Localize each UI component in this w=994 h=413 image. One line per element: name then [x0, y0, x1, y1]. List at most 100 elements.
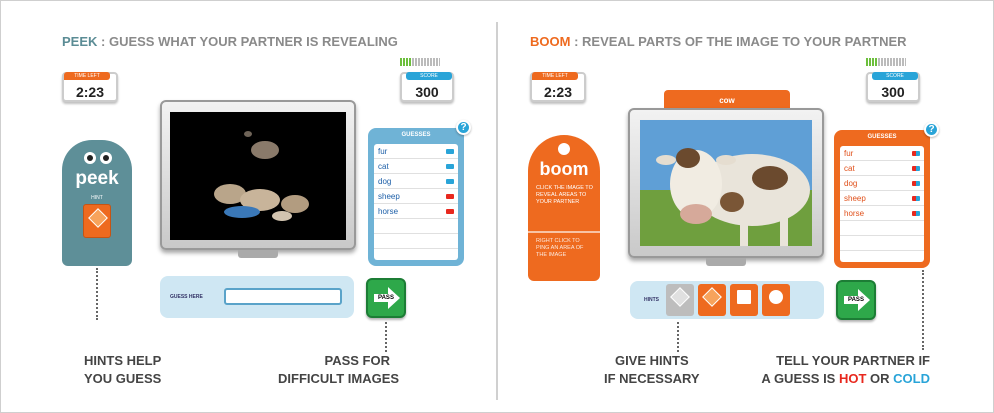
peek-image-canvas[interactable] [170, 112, 346, 240]
boom-pass-label: PASS [848, 297, 864, 303]
empty-guess-row [374, 234, 458, 249]
boom-heading-keyword: BOOM [530, 34, 571, 49]
peek-help-icon[interactable]: ? [456, 120, 471, 135]
guess-input[interactable] [224, 288, 342, 305]
revealed-fragment [281, 195, 309, 213]
peek-hint-button[interactable] [83, 204, 111, 238]
cow-leg [740, 216, 748, 246]
caption-line: GIVE HINTS [614, 353, 689, 368]
cow-spot [752, 166, 788, 190]
guess-text: sheep [378, 192, 400, 201]
hot-cold-icon [446, 179, 454, 184]
caption-line: HINTS HELP [84, 353, 162, 368]
guess-row[interactable]: sheep [374, 189, 458, 204]
boom-badge-word: boom [539, 159, 589, 179]
guess-input-label: GUESS HERE [170, 294, 203, 300]
caption-line: IF NECESSARY [604, 371, 700, 386]
hot-cold-icon[interactable] [912, 211, 920, 216]
caption-hot: HOT [838, 371, 867, 386]
peek-badge: peek HINT [62, 140, 132, 266]
related-icon [702, 287, 722, 307]
peek-guess-bar: GUESS HERE [160, 276, 354, 318]
boom-guesses-list: fur cat dog sheep horse [840, 146, 924, 262]
guess-row[interactable]: cat [374, 159, 458, 174]
boom-badge-separator [528, 231, 600, 233]
guess-text: fur [844, 149, 854, 158]
cow-ear [656, 155, 676, 165]
cow-spot [720, 192, 744, 212]
boom-hints-pointer-line [677, 322, 679, 352]
hint-tile-related[interactable] [698, 284, 726, 316]
revealed-fragment [224, 206, 260, 218]
peek-guesses-title: GUESSES [401, 132, 431, 138]
guess-text: horse [844, 209, 865, 218]
empty-guess-row [374, 219, 458, 234]
text-icon [737, 290, 751, 304]
guess-text: sheep [844, 194, 866, 203]
hot-cold-icon[interactable] [912, 166, 920, 171]
eye-icon [100, 152, 112, 164]
boom-guesses-pointer-line [922, 270, 924, 350]
cow-ear [716, 155, 736, 165]
peek-hint-pointer-line [96, 268, 98, 320]
boom-badge-instructions-2: RIGHT CLICK TO PING AN AREA OF THE IMAGE [536, 238, 584, 258]
peek-hint-label: HINT [91, 195, 103, 201]
guess-row[interactable]: cat [840, 161, 924, 176]
guess-text: fur [378, 147, 388, 156]
hot-cold-icon [446, 149, 454, 154]
peek-eyes-icon [84, 152, 112, 164]
cow-photo [640, 120, 812, 246]
boom-image-canvas[interactable] [640, 120, 812, 246]
guess-row[interactable]: dog [374, 174, 458, 189]
peek-score-label: SCORE [406, 72, 452, 80]
guess-row[interactable]: horse [840, 206, 924, 221]
peek-caption-pass: PASS FOR DIFFICULT IMAGES [278, 352, 399, 388]
hint-tile-noun[interactable] [762, 284, 790, 316]
boom-caption-hot-cold: TELL YOUR PARTNER IF A GUESS IS HOT OR C… [748, 352, 930, 388]
section-divider [496, 22, 498, 400]
guess-text: dog [378, 177, 392, 186]
boom-score-meter-fill [866, 58, 878, 66]
hint-tile-shape[interactable] [666, 284, 694, 316]
guess-text: cat [378, 162, 389, 171]
caption-line: YOU GUESS [84, 371, 162, 386]
guess-row[interactable]: horse [374, 204, 458, 219]
guess-row[interactable]: dog [840, 176, 924, 191]
peek-timer: TIME LEFT 2:23 [62, 72, 118, 102]
peek-score-meter [400, 58, 440, 66]
peek-caption-hints: HINTS HELP YOU GUESS [84, 352, 161, 388]
hot-cold-icon [446, 209, 454, 214]
eye-icon [84, 152, 96, 164]
caption-text: OR [866, 371, 894, 386]
peek-timer-value: 2:23 [75, 84, 105, 100]
boom-help-icon[interactable]: ? [924, 122, 939, 137]
hot-cold-icon [446, 164, 454, 169]
cube-icon [670, 287, 690, 307]
boom-score-meter [866, 58, 906, 66]
guess-row[interactable]: fur [374, 144, 458, 159]
hot-cold-icon[interactable] [912, 151, 920, 156]
peek-pass-pointer-line [385, 322, 387, 352]
cow-muzzle [680, 204, 712, 224]
boom-pass-button[interactable]: PASS [836, 280, 876, 320]
hot-cold-icon[interactable] [912, 196, 920, 201]
boom-monitor [628, 108, 824, 266]
peek-guesses-panel: GUESSES fur cat dog sheep horse [368, 128, 464, 266]
cow-leg [780, 216, 788, 246]
peek-heading-text: : GUESS WHAT YOUR PARTNER IS REVEALING [97, 34, 398, 49]
cube-icon [88, 208, 108, 228]
peek-guesses-list: fur cat dog sheep horse [374, 144, 458, 260]
boom-timer-label: TIME LEFT [532, 72, 578, 80]
peek-pass-button[interactable]: PASS [366, 278, 406, 318]
peek-heading: PEEK : GUESS WHAT YOUR PARTNER IS REVEAL… [62, 34, 398, 49]
guess-row[interactable]: sheep [840, 191, 924, 206]
guess-row[interactable]: fur [840, 146, 924, 161]
hint-tile-text[interactable] [730, 284, 758, 316]
boom-badge-instructions: CLICK THE IMAGE TO REVEAL AREAS TO YOUR … [536, 185, 593, 205]
boom-heading: BOOM : REVEAL PARTS OF THE IMAGE TO YOUR… [530, 34, 907, 49]
revealed-fragment [272, 211, 292, 221]
caption-line: PASS FOR [324, 353, 391, 368]
hot-cold-icon[interactable] [912, 181, 920, 186]
boom-hints-bar: HINTS [630, 281, 824, 319]
boom-score-value: 300 [881, 84, 905, 100]
